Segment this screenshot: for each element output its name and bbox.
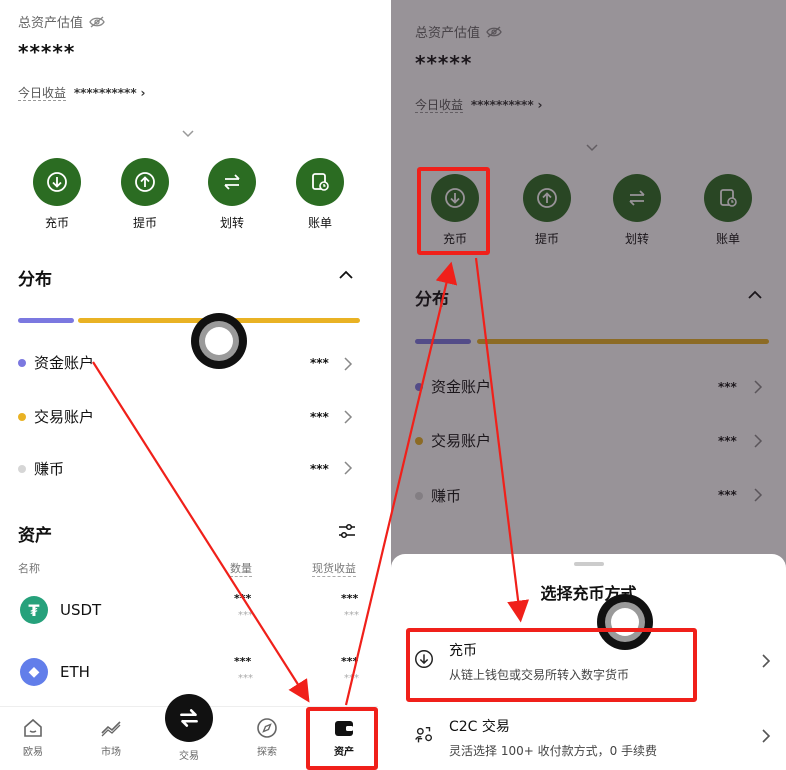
expand-chevron-icon[interactable]: [182, 127, 194, 139]
column-name: 名称: [18, 562, 40, 575]
touch-indicator: [191, 313, 247, 369]
account-row-trading[interactable]: 交易账户: [18, 406, 94, 427]
today-pnl[interactable]: 今日收益 ********** ›: [18, 84, 145, 101]
account-dot: [18, 412, 26, 421]
c2c-icon: [415, 726, 433, 743]
total-asset-label: 总资产估值: [18, 12, 105, 31]
distribution-bar-funding: [18, 318, 74, 323]
column-qty: 数量: [230, 562, 252, 577]
coin-pnl-sub: ***: [344, 673, 359, 684]
withdraw-icon: [135, 172, 155, 192]
nav-market[interactable]: 市场: [86, 717, 136, 758]
bill-button[interactable]: 账单: [290, 158, 350, 231]
collapse-chevron-icon[interactable]: [338, 270, 354, 280]
sheet-handle[interactable]: [574, 562, 604, 566]
assets-title: 资产: [18, 526, 52, 546]
account-row-earn[interactable]: 赚币: [18, 458, 64, 479]
chevron-right-icon[interactable]: [761, 653, 771, 669]
chevron-right-icon: ›: [140, 86, 146, 100]
account-dot: [18, 464, 26, 473]
transfer-icon: [224, 174, 240, 190]
account-value: ***: [310, 410, 329, 424]
coin-row-eth[interactable]: ◆ ETH: [20, 658, 90, 686]
market-icon: [101, 721, 121, 737]
coin-pnl-sub: ***: [344, 610, 359, 621]
deposit-button[interactable]: 充币: [27, 158, 87, 231]
home-icon: [24, 718, 42, 737]
hide-eye-icon[interactable]: [89, 16, 105, 28]
chevron-right-icon[interactable]: [343, 410, 353, 424]
nav-explore[interactable]: 探索: [242, 717, 292, 758]
coin-row-usdt[interactable]: ₮ USDT: [20, 596, 101, 624]
total-asset-value: *****: [18, 40, 76, 64]
highlight-deposit-button: [417, 167, 490, 255]
chevron-right-icon[interactable]: [343, 461, 353, 475]
eth-icon: ◆: [20, 658, 48, 686]
withdraw-button[interactable]: 提币: [115, 158, 175, 231]
account-value: ***: [310, 462, 329, 476]
bill-icon: [312, 173, 329, 191]
account-row-funding[interactable]: 资金账户: [18, 352, 94, 373]
chevron-right-icon[interactable]: [761, 728, 771, 744]
explore-icon: [257, 718, 277, 738]
sheet-title: 选择充币方式: [540, 584, 637, 603]
deposit-icon: [47, 172, 67, 192]
account-dot: [18, 358, 26, 367]
highlight-deposit-option: [406, 628, 697, 702]
coin-qty: ***: [234, 592, 252, 605]
trade-center-button[interactable]: [165, 694, 213, 742]
coin-qty-sub: ***: [238, 610, 253, 621]
column-pnl: 现货收益: [312, 562, 356, 577]
asset-screen-left: 总资产估值 ***** 今日收益 ********** › 充币 提币 划转 账…: [0, 0, 378, 770]
nav-trade[interactable]: 交易: [164, 747, 214, 762]
filter-icon[interactable]: [338, 522, 356, 540]
trade-icon: [180, 709, 198, 727]
chevron-right-icon[interactable]: [343, 357, 353, 371]
coin-qty: ***: [234, 655, 252, 668]
coin-qty-sub: ***: [238, 673, 253, 684]
coin-pnl: ***: [341, 592, 359, 605]
option-c2c-trade[interactable]: C2C 交易 灵活选择 100+ 收付款方式，0 手续费: [413, 716, 657, 759]
usdt-icon: ₮: [20, 596, 48, 624]
panel-divider: [378, 0, 391, 770]
highlight-assets-tab: [306, 707, 378, 770]
nav-home[interactable]: 欧易: [8, 717, 58, 758]
transfer-button[interactable]: 划转: [202, 158, 262, 231]
coin-pnl: ***: [341, 655, 359, 668]
account-value: ***: [310, 356, 329, 370]
distribution-title: 分布: [18, 270, 52, 290]
